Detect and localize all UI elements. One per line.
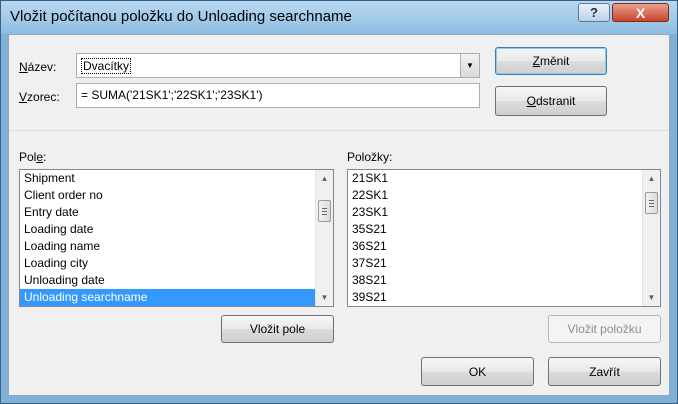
name-input-value: Dvacítky <box>81 58 132 74</box>
close-window-button[interactable]: X <box>612 3 669 22</box>
list-item[interactable]: Loading city <box>20 255 316 272</box>
close-icon: X <box>635 4 646 21</box>
items-list[interactable]: 21SK1 22SK1 23SK1 35S21 36S21 37S21 38S21 39S21… <box>347 169 661 307</box>
formula-input[interactable]: = SUMA('21SK1';'22SK1';'23SK1') <box>76 83 480 108</box>
items-label: Položky: <box>347 150 393 164</box>
scroll-thumb[interactable] <box>318 200 331 222</box>
list-item[interactable]: Unloading date <box>20 272 316 289</box>
ok-button[interactable]: OK <box>421 357 534 386</box>
name-combobox[interactable]: Dvacítky ▼ <box>76 53 480 78</box>
fields-list-items: Shipment Client order no Entry date Loading… <box>20 170 316 306</box>
title-bar[interactable]: Vložit počítanou položku do Unloading se… <box>1 1 677 34</box>
scroll-down-icon[interactable]: ▼ <box>316 289 333 306</box>
list-item[interactable]: 38S21 <box>348 272 643 289</box>
scroll-up-icon[interactable]: ▲ <box>316 170 333 187</box>
chevron-down-icon[interactable]: ▼ <box>460 54 479 77</box>
insert-field-button[interactable]: Vložit pole <box>221 315 334 343</box>
list-item[interactable]: 35S21 <box>348 221 643 238</box>
modify-button[interactable]: Změnit <box>495 47 607 75</box>
list-item[interactable]: Unloading searchname <box>20 289 316 306</box>
scroll-up-icon[interactable]: ▲ <box>643 170 660 187</box>
scroll-down-icon[interactable]: ▼ <box>643 289 660 306</box>
dialog-body: Název: Dvacítky ▼ Vzorec: = SUMA('21SK1'… <box>8 34 670 396</box>
window-title: Vložit počítanou položku do Unloading se… <box>10 8 352 25</box>
insert-item-button[interactable]: Vložit položku <box>548 315 661 343</box>
help-icon: ? <box>590 5 598 20</box>
delete-button[interactable]: Odstranit <box>495 86 607 116</box>
list-item[interactable]: 36S21 <box>348 238 643 255</box>
list-item[interactable]: Client order no <box>20 187 316 204</box>
fields-scrollbar[interactable]: ▲ ▼ <box>315 170 333 306</box>
help-button[interactable]: ? <box>578 3 610 22</box>
list-item[interactable]: Entry date <box>20 204 316 221</box>
name-label: Název: <box>19 60 57 74</box>
close-button[interactable]: Zavřít <box>548 357 661 386</box>
fields-label: Pole: <box>19 150 47 164</box>
list-item[interactable]: 39S21 <box>348 289 643 306</box>
fields-list[interactable]: Shipment Client order no Entry date Loading… <box>19 169 334 307</box>
list-item[interactable]: 23SK1 <box>348 204 643 221</box>
separator <box>9 130 669 131</box>
dialog-window: Vložit počítanou položku do Unloading se… <box>0 0 678 404</box>
list-item[interactable]: Loading name <box>20 238 316 255</box>
items-list-items: 21SK1 22SK1 23SK1 35S21 36S21 37S21 38S21 39S21 <box>348 170 643 306</box>
list-item[interactable]: 22SK1 <box>348 187 643 204</box>
scroll-thumb[interactable] <box>645 192 658 214</box>
formula-label: Vzorec: <box>19 90 60 104</box>
list-item[interactable]: 37S21 <box>348 255 643 272</box>
list-item[interactable]: Loading date <box>20 221 316 238</box>
list-item[interactable]: 21SK1 <box>348 170 643 187</box>
list-item[interactable]: Shipment <box>20 170 316 187</box>
items-scrollbar[interactable]: ▲ ▼ <box>642 170 660 306</box>
